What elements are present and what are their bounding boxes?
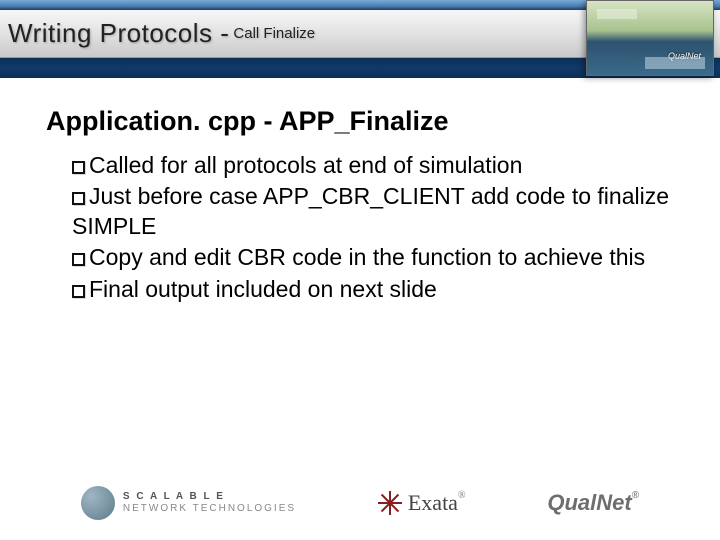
checkbox-icon [72, 192, 85, 205]
trademark-icon: ® [632, 490, 639, 501]
title-subtitle: Call Finalize [233, 25, 315, 42]
logo-qualnet: QualNet® [547, 490, 639, 516]
slide-header: Writing Protocols - Call Finalize QualNe… [0, 0, 720, 78]
globe-icon [81, 486, 115, 520]
title-main: Writing Protocols - [8, 18, 229, 49]
burst-icon [378, 490, 404, 516]
logo-scalable: S C A L A B L E NETWORK TECHNOLOGIES [81, 486, 296, 520]
list-item: Called for all protocols at end of simul… [72, 151, 680, 180]
bullet-text: Just before case APP_CBR_CLIENT add code… [72, 183, 669, 238]
logo-exata: Exata® [378, 490, 466, 516]
bullet-text: Copy and edit CBR code in the function t… [89, 244, 645, 270]
checkbox-icon [72, 253, 85, 266]
checkbox-icon [72, 285, 85, 298]
bullet-text: Called for all protocols at end of simul… [89, 152, 522, 178]
list-item: Just before case APP_CBR_CLIENT add code… [72, 182, 680, 241]
slide-body: Application. cpp - APP_Finalize Called f… [0, 78, 720, 304]
checkbox-icon [72, 161, 85, 174]
section-heading: Application. cpp - APP_Finalize [46, 106, 680, 137]
bullet-text: Final output included on next slide [89, 276, 437, 302]
logo-exata-text: Exata® [408, 490, 466, 516]
corner-thumbnail: QualNet [586, 0, 714, 76]
logo-scalable-line2: NETWORK TECHNOLOGIES [123, 503, 296, 515]
corner-thumbnail-label: QualNet [668, 51, 701, 61]
list-item: Copy and edit CBR code in the function t… [72, 243, 680, 272]
logo-scalable-line1: S C A L A B L E [123, 491, 296, 503]
bullet-list: Called for all protocols at end of simul… [46, 151, 680, 304]
list-item: Final output included on next slide [72, 275, 680, 304]
footer-logos: S C A L A B L E NETWORK TECHNOLOGIES Exa… [0, 486, 720, 520]
logo-scalable-text: S C A L A B L E NETWORK TECHNOLOGIES [123, 491, 296, 515]
trademark-icon: ® [458, 490, 466, 501]
logo-qualnet-text: QualNet® [547, 490, 639, 516]
